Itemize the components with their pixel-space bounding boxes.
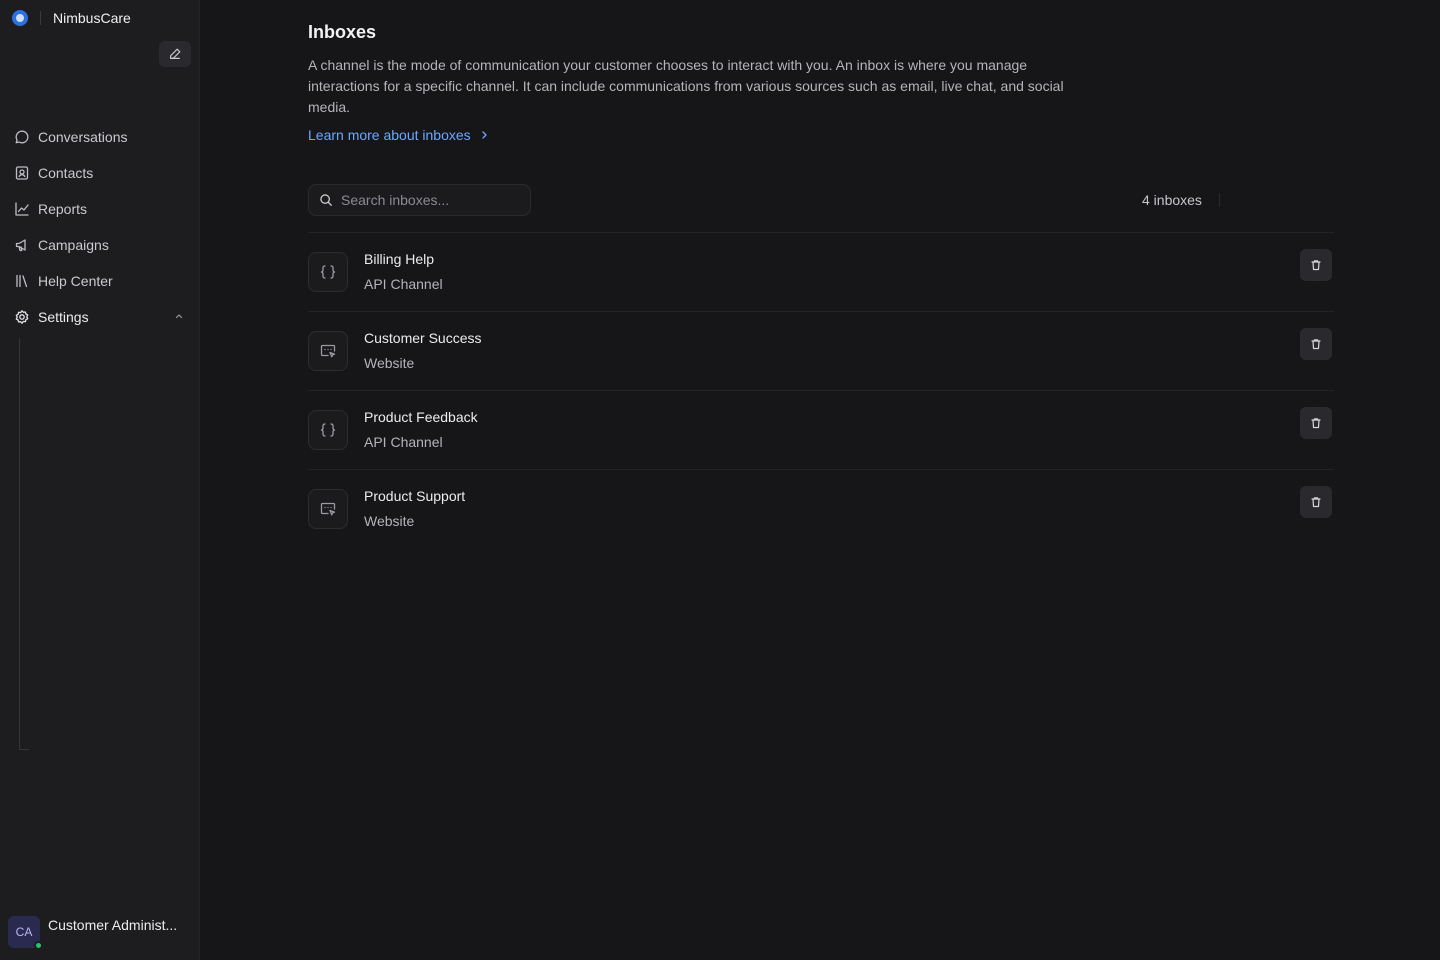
- sidebar-item-label: Reports: [38, 201, 88, 217]
- main-content: Inboxes A channel is the mode of communi…: [308, 20, 1334, 549]
- inbox-row-customer-success[interactable]: Customer Success Website: [308, 312, 1334, 391]
- contact-card-icon: [14, 165, 30, 181]
- inbox-name: Customer Success: [364, 330, 482, 346]
- settings-icon: [14, 309, 30, 325]
- learn-more-link[interactable]: Learn more about inboxes: [308, 125, 1334, 145]
- trash-icon: [1311, 260, 1321, 271]
- sidebar-item-settings[interactable]: Settings: [0, 299, 200, 335]
- sidebar-item-conversations[interactable]: Conversations: [0, 119, 200, 155]
- delete-inbox-button[interactable]: [1300, 407, 1332, 439]
- edit-icon: [170, 48, 181, 59]
- sidebar-item-help-center[interactable]: Help Center: [0, 263, 200, 299]
- library-icon: [14, 273, 30, 289]
- trash-icon: [1311, 497, 1321, 508]
- inbox-count: 4 inboxes: [1142, 192, 1202, 208]
- code-braces-icon: [308, 410, 348, 450]
- inbox-list: Billing Help API Channel Customer Succes…: [308, 232, 1334, 549]
- delete-inbox-button[interactable]: [1300, 486, 1332, 518]
- sidebar-item-label: Conversations: [38, 129, 128, 145]
- settings-subnav-rail: [19, 338, 29, 750]
- inbox-channel-type: Website: [364, 355, 415, 371]
- megaphone-icon: [14, 237, 30, 253]
- sidebar: NimbusCare Conversations Contacts Report…: [0, 0, 200, 960]
- chevron-up-icon[interactable]: [174, 311, 184, 321]
- inbox-toolbar: 4 inboxes: [308, 184, 1334, 216]
- inbox-row-product-feedback[interactable]: Product Feedback API Channel: [308, 391, 1334, 470]
- page-description: A channel is the mode of communication y…: [308, 57, 1064, 115]
- brand-logo-icon: [12, 10, 28, 26]
- sidebar-item-campaigns[interactable]: Campaigns: [0, 227, 200, 263]
- delete-inbox-button[interactable]: [1300, 328, 1332, 360]
- search-input[interactable]: [341, 192, 521, 208]
- learn-more-label: Learn more about inboxes: [308, 127, 471, 143]
- code-braces-icon: [308, 252, 348, 292]
- online-status-dot: [34, 941, 43, 950]
- sidebar-item-contacts[interactable]: Contacts: [0, 155, 200, 191]
- inbox-name: Billing Help: [364, 251, 435, 267]
- avatar: CA: [8, 916, 43, 950]
- toolbar-divider: [1219, 193, 1220, 207]
- user-name: Customer Administ...: [48, 917, 178, 933]
- inbox-row-billing-help[interactable]: Billing Help API Channel: [308, 233, 1334, 312]
- inbox-channel-type: API Channel: [364, 434, 443, 450]
- page-title: Inboxes: [308, 22, 377, 42]
- sidebar-item-label: Settings: [38, 309, 89, 325]
- app-root: NimbusCare Conversations Contacts Report…: [0, 0, 1440, 960]
- inbox-row-product-support[interactable]: Product Support Website: [308, 470, 1334, 549]
- search-icon: [320, 194, 332, 206]
- inbox-channel-type: Website: [364, 513, 415, 529]
- sidebar-item-reports[interactable]: Reports: [0, 191, 200, 227]
- delete-inbox-button[interactable]: [1300, 249, 1332, 281]
- compose-button[interactable]: [159, 41, 191, 67]
- search-box[interactable]: [308, 184, 531, 216]
- user-menu[interactable]: CA Customer Administ...: [8, 916, 178, 950]
- sidebar-item-label: Contacts: [38, 165, 94, 181]
- trash-icon: [1311, 418, 1321, 429]
- avatar-initials: CA: [15, 925, 33, 939]
- inbox-name: Product Support: [364, 488, 466, 504]
- sidebar-item-label: Help Center: [38, 273, 113, 289]
- brand-divider: [40, 11, 41, 25]
- brand-name: NimbusCare: [53, 10, 131, 26]
- inbox-name: Product Feedback: [364, 409, 478, 425]
- sidebar-nav: Conversations Contacts Reports Campaigns: [0, 119, 200, 335]
- website-chat-icon: [308, 331, 348, 371]
- chat-bubble-icon: [14, 129, 30, 145]
- website-chat-icon: [308, 489, 348, 529]
- chevron-right-icon: [482, 131, 487, 139]
- sidebar-item-label: Campaigns: [38, 237, 109, 253]
- trash-icon: [1311, 339, 1321, 350]
- line-chart-icon: [14, 201, 30, 217]
- inbox-channel-type: API Channel: [364, 276, 443, 292]
- brand[interactable]: NimbusCare: [12, 8, 131, 28]
